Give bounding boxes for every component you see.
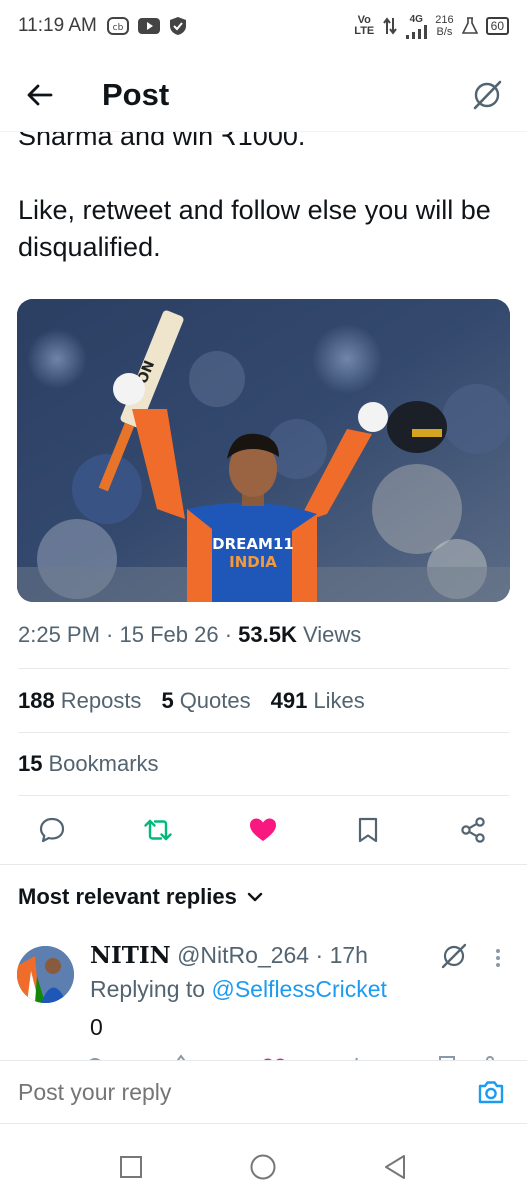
flask-icon [461,17,478,35]
replying-to-link[interactable]: @SelflessCricket [211,976,386,1002]
quotes-stat[interactable]: 5 Quotes [161,688,250,714]
reposts-stat[interactable]: 188 Reposts [18,688,141,714]
grok-icon [441,943,467,969]
tweet-time: 2:25 PM [18,622,100,647]
tweet-timestamp-views: 2:25 PM · 15 Feb 26 · 53.5K Views [18,622,362,647]
battery-icon: 60 [485,17,509,35]
likes-stat[interactable]: 491 Likes [271,688,365,714]
avatar[interactable] [17,946,74,1003]
divider [0,1123,527,1124]
divider [18,732,509,733]
jersey-team-text: INDIA [229,553,277,571]
tweet-image[interactable]: TON DREAM11 INDIA [17,299,510,602]
tweet-text-line: Like, retweet and follow else you will b… [18,195,491,262]
reply-time: 17h [329,942,368,968]
more-options-icon[interactable] [488,946,508,970]
replying-to: Replying to @SelflessCricket [90,976,387,1002]
reply-text: 0 [90,1014,103,1040]
top-app-bar: Post [0,58,527,132]
data-arrows-icon [383,16,398,36]
reply-item[interactable]: NITIN @NitRo_264 · 17h Replying to @Self… [0,936,527,1060]
camera-button[interactable] [473,1074,509,1110]
camera-icon [478,1081,504,1104]
repost-icon [144,819,172,841]
tweet-text: Sharma and win ₹1000. Like, retweet and … [18,118,513,303]
grok-icon [473,80,502,110]
divider [18,795,509,796]
tweet-date: 15 Feb 26 [119,622,219,647]
bookmark-button[interactable] [346,806,390,854]
speed-indicator: 216 B/s [435,14,454,38]
status-bar: 11:19 AM cb Vo LTE 4G 216 B/s 60 [0,0,527,52]
bookmark-icon [358,817,378,843]
system-back-button[interactable] [378,1150,412,1184]
youtube-icon [137,17,161,35]
replies-sort-label: Most relevant replies [18,884,237,909]
section-divider [0,864,527,865]
triangle-back-icon [385,1155,405,1179]
engagement-stats: 188 Reposts 5 Quotes 491 Likes [18,688,365,714]
header-divider [0,131,527,132]
circle-icon [250,1154,276,1180]
chevron-down-icon [247,892,263,902]
status-time: 11:19 AM [18,15,97,36]
grok-button[interactable] [467,75,507,115]
cricketer-celebrating-photo: TON DREAM11 INDIA [17,299,510,602]
system-nav-bar [0,1130,527,1200]
tweet-action-bar [0,806,527,854]
page-title: Post [102,77,170,112]
back-button[interactable] [20,75,60,115]
reply-author-name[interactable]: NITIN [90,942,171,969]
signal-4g-label: 4G [405,14,428,39]
replies-sort-dropdown[interactable]: Most relevant replies [18,884,263,910]
reply-button[interactable] [30,806,74,854]
repost-button[interactable] [136,806,180,854]
reply-input[interactable] [18,1078,473,1106]
views-count: 53.5K [238,622,297,647]
bookmarks-stat[interactable]: 15 Bookmarks [18,751,159,777]
recents-button[interactable] [114,1150,148,1184]
reply-author-handle[interactable]: @NitRo_264 [177,942,309,968]
reply-composer [0,1061,527,1123]
divider [18,668,509,669]
reply-icon [39,817,65,843]
views-label: Views [302,622,362,647]
reply-header: NITIN @NitRo_264 · 17h [90,942,368,969]
volte-label: Vo LTE [354,14,375,37]
heart-filled-icon [250,818,276,841]
share-button[interactable] [451,806,495,854]
share-icon [461,817,485,843]
svg-text:cb: cb [113,23,124,33]
jersey-sponsor-text: DREAM11 [212,535,294,553]
reply-grok-button[interactable] [440,942,468,970]
home-button[interactable] [246,1150,280,1184]
square-icon [120,1156,142,1178]
cb-icon: cb [106,16,129,36]
shield-icon [169,16,187,36]
arrow-left-icon [27,84,53,106]
signal-icon [406,24,428,39]
like-button[interactable] [241,806,285,854]
